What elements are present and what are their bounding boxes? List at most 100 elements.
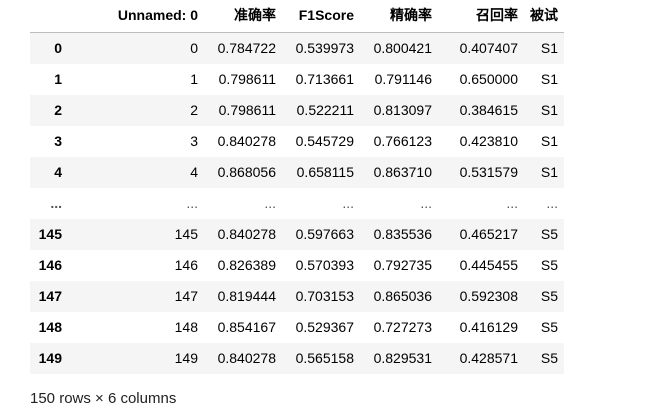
table-row: 1 1 0.798611 0.713661 0.791146 0.650000 … xyxy=(30,63,564,95)
cell-accuracy: 0.784722 xyxy=(217,39,276,56)
cell-f1score: 0.539973 xyxy=(295,39,354,56)
cell-subject: S1 xyxy=(540,101,558,118)
cell-unnamed: 1 xyxy=(190,70,198,87)
cell-precision: 0.865036 xyxy=(373,287,432,304)
cell-unnamed: 2 xyxy=(190,101,198,118)
cell-subject: S5 xyxy=(540,349,558,366)
cell-recall: 0.592308 xyxy=(459,287,518,304)
row-index: 148 xyxy=(38,318,62,335)
column-header-accuracy: 准确率 xyxy=(204,0,282,33)
cell-f1score: ... xyxy=(342,194,354,211)
column-header-subject: 被试 xyxy=(524,0,564,33)
column-header-f1score: F1Score xyxy=(282,0,360,33)
cell-f1score: 0.529367 xyxy=(295,318,354,335)
cell-recall: 0.650000 xyxy=(459,70,518,87)
table-row: 145 145 0.840278 0.597663 0.835536 0.465… xyxy=(30,218,564,250)
dataframe-shape-footer: 150 rows × 6 columns xyxy=(30,390,177,407)
table-row: 146 146 0.826389 0.570393 0.792735 0.445… xyxy=(30,249,564,281)
cell-precision: ... xyxy=(420,194,432,211)
cell-recall: 0.384615 xyxy=(459,101,518,118)
cell-recall: 0.445455 xyxy=(459,256,518,273)
row-index: 4 xyxy=(54,163,62,180)
cell-precision: 0.829531 xyxy=(373,349,432,366)
column-header-unnamed: Unnamed: 0 xyxy=(68,0,204,33)
row-index: 1 xyxy=(54,70,62,87)
cell-unnamed: 149 xyxy=(174,349,198,366)
table-row: 148 148 0.854167 0.529367 0.727273 0.416… xyxy=(30,311,564,343)
cell-unnamed: 145 xyxy=(174,225,198,242)
cell-f1score: 0.597663 xyxy=(295,225,354,242)
column-header-recall: 召回率 xyxy=(438,0,524,33)
row-index: 145 xyxy=(38,225,62,242)
table-row: 0 0 0.784722 0.539973 0.800421 0.407407 … xyxy=(30,32,564,64)
cell-accuracy: 0.868056 xyxy=(217,163,276,180)
table-header: Unnamed: 0 准确率 F1Score 精确率 召回率 被试 xyxy=(30,0,564,33)
cell-accuracy: 0.840278 xyxy=(217,132,276,149)
cell-subject: S1 xyxy=(540,70,558,87)
table-row: 4 4 0.868056 0.658115 0.863710 0.531579 … xyxy=(30,156,564,188)
cell-unnamed: ... xyxy=(186,194,198,211)
cell-unnamed: 0 xyxy=(190,39,198,56)
cell-subject: ... xyxy=(546,194,558,211)
cell-recall: 0.423810 xyxy=(459,132,518,149)
row-index: 146 xyxy=(38,256,62,273)
cell-f1score: 0.703153 xyxy=(295,287,354,304)
cell-subject: S1 xyxy=(540,163,558,180)
row-index: 3 xyxy=(54,132,62,149)
cell-f1score: 0.658115 xyxy=(296,163,354,180)
cell-accuracy: ... xyxy=(264,194,276,211)
dataframe-table: Unnamed: 0 准确率 F1Score 精确率 召回率 被试 0 0 0.… xyxy=(30,0,564,374)
cell-precision: 0.792735 xyxy=(373,256,432,273)
cell-recall: ... xyxy=(506,194,518,211)
column-header-precision: 精确率 xyxy=(360,0,438,33)
dataframe-output: Unnamed: 0 准确率 F1Score 精确率 召回率 被试 0 0 0.… xyxy=(30,0,564,374)
table-row: 2 2 0.798611 0.522211 0.813097 0.384615 … xyxy=(30,94,564,126)
cell-recall: 0.416129 xyxy=(459,318,518,335)
table-row-ellipsis: ... ... ... ... ... ... ... xyxy=(30,187,564,219)
cell-subject: S5 xyxy=(540,318,558,335)
cell-f1score: 0.565158 xyxy=(295,349,354,366)
cell-accuracy: 0.798611 xyxy=(218,70,276,87)
row-index: 147 xyxy=(38,287,62,304)
cell-precision: 0.766123 xyxy=(373,132,432,149)
cell-accuracy: 0.798611 xyxy=(218,101,276,118)
cell-accuracy: 0.826389 xyxy=(217,256,276,273)
cell-f1score: 0.713661 xyxy=(295,70,354,87)
cell-recall: 0.465217 xyxy=(459,225,518,242)
table-row: 149 149 0.840278 0.565158 0.829531 0.428… xyxy=(30,342,564,374)
cell-recall: 0.407407 xyxy=(459,39,518,56)
cell-accuracy: 0.819444 xyxy=(217,287,276,304)
header-row: Unnamed: 0 准确率 F1Score 精确率 召回率 被试 xyxy=(30,0,564,33)
cell-unnamed: 146 xyxy=(174,256,198,273)
cell-accuracy: 0.854167 xyxy=(217,318,276,335)
cell-precision: 0.791146 xyxy=(374,70,432,87)
cell-precision: 0.727273 xyxy=(373,318,432,335)
cell-unnamed: 147 xyxy=(174,287,198,304)
cell-unnamed: 4 xyxy=(190,163,198,180)
cell-precision: 0.813097 xyxy=(373,101,432,118)
table-body: 0 0 0.784722 0.539973 0.800421 0.407407 … xyxy=(30,32,564,374)
cell-f1score: 0.522211 xyxy=(296,101,354,118)
cell-accuracy: 0.840278 xyxy=(217,225,276,242)
cell-recall: 0.531579 xyxy=(459,163,518,180)
row-index: 0 xyxy=(54,39,62,56)
cell-precision: 0.863710 xyxy=(373,163,432,180)
cell-f1score: 0.545729 xyxy=(295,132,354,149)
row-index: 149 xyxy=(38,349,62,366)
cell-unnamed: 3 xyxy=(190,132,198,149)
cell-precision: 0.800421 xyxy=(373,39,432,56)
cell-recall: 0.428571 xyxy=(459,349,518,366)
cell-subject: S5 xyxy=(540,256,558,273)
table-row: 147 147 0.819444 0.703153 0.865036 0.592… xyxy=(30,280,564,312)
cell-subject: S1 xyxy=(540,39,558,56)
row-index: 2 xyxy=(54,101,62,118)
cell-subject: S1 xyxy=(540,132,558,149)
row-index: ... xyxy=(50,194,62,211)
column-header-index xyxy=(30,0,68,33)
cell-subject: S5 xyxy=(540,287,558,304)
cell-subject: S5 xyxy=(540,225,558,242)
cell-unnamed: 148 xyxy=(174,318,198,335)
table-row: 3 3 0.840278 0.545729 0.766123 0.423810 … xyxy=(30,125,564,157)
cell-precision: 0.835536 xyxy=(373,225,432,242)
cell-f1score: 0.570393 xyxy=(295,256,354,273)
